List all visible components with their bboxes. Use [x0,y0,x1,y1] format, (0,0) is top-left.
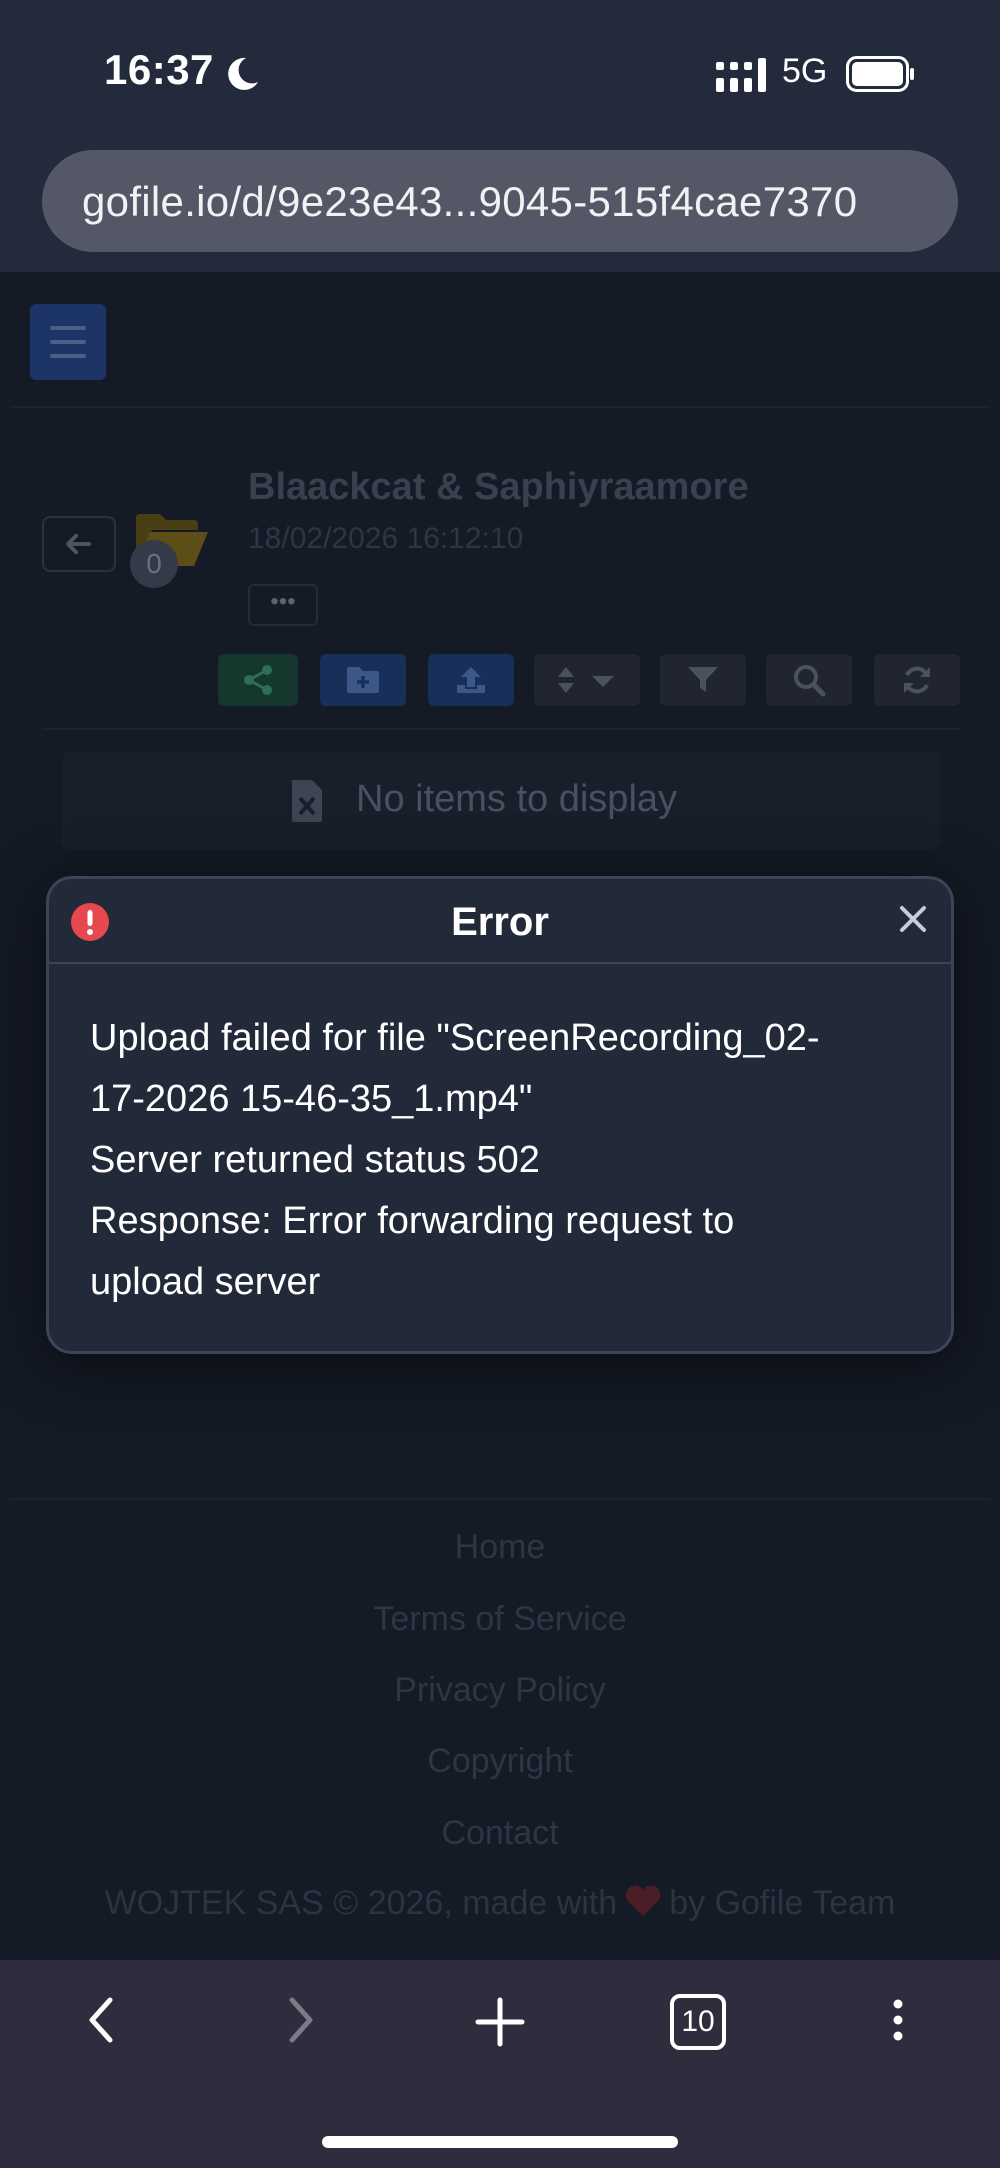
home-indicator [322,2136,678,2148]
folder-date: 18/02/2026 16:12:10 [248,522,524,555]
tabs-icon[interactable]: 10 [670,1994,726,2050]
footer-link-privacy[interactable]: Privacy Policy [0,1671,1000,1710]
heart-icon [625,1885,661,1916]
footer-divider [10,1498,990,1500]
message-line: upload server [90,1261,321,1303]
footer-copyright: WOJTEK SAS © 2026, made with by Gofile Te… [0,1884,1000,1923]
network-type: 5G [782,52,828,90]
message-line: 17-2026 15-46-35_1.mp4" [90,1078,533,1120]
divider [42,728,960,730]
close-icon[interactable] [892,898,934,940]
new-tab-icon[interactable] [474,1996,526,2048]
refresh-button[interactable] [874,654,960,706]
item-count-badge: 0 [130,540,178,588]
back-icon[interactable] [82,1994,122,2046]
back-button[interactable] [42,516,116,572]
folder-title: Blaackcat & Saphiyraamore [248,466,749,508]
upload-button[interactable] [428,654,514,706]
upload-icon [457,667,485,693]
search-icon [794,665,826,697]
footer-link-home[interactable]: Home [0,1528,1000,1567]
filter-button[interactable] [660,654,746,706]
new-folder-button[interactable] [320,654,406,706]
file-excel-icon [292,780,322,822]
empty-state-text: No items to display [356,778,678,820]
more-icon[interactable] [884,1996,912,2044]
signal-icon [716,58,766,92]
status-time: 16:37 [104,46,214,93]
dialog-message: Upload failed for file "ScreenRecording_… [90,1008,920,1313]
copyright-prefix: WOJTEK SAS © 2026, made with [104,1884,618,1922]
footer-link-terms[interactable]: Terms of Service [0,1600,1000,1639]
sort-icon [558,667,614,693]
more-options-button[interactable]: ••• [248,584,318,626]
top-navbar [10,272,990,408]
battery-icon [846,56,914,92]
copyright-suffix: by Gofile Team [669,1884,896,1922]
footer-link-copyright[interactable]: Copyright [0,1742,1000,1781]
menu-button[interactable] [30,304,106,380]
filter-icon [688,667,718,692]
search-button[interactable] [766,654,852,706]
message-line: Upload failed for file "ScreenRecording_… [90,1017,820,1059]
dialog-title: Error [451,900,549,944]
moon-icon [228,57,258,90]
forward-icon[interactable] [280,1994,320,2046]
address-url[interactable]: gofile.io/d/9e23e43...9045-515f4cae7370 [82,178,857,226]
share-button[interactable] [218,654,298,706]
footer-link-contact[interactable]: Contact [0,1814,1000,1853]
sort-button[interactable] [534,654,640,706]
dialog-header-divider [49,962,951,964]
share-icon [244,665,272,695]
refresh-icon [904,666,930,694]
new-folder-icon [347,667,379,693]
message-line: Server returned status 502 [90,1139,540,1181]
message-line: Response: Error forwarding request to [90,1200,735,1242]
